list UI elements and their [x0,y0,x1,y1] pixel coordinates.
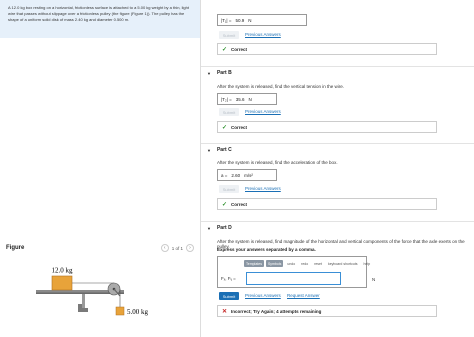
part-c-submit-button[interactable]: Submit [219,185,239,193]
part-a-answer-box: |T₁| = 50.9 N [217,14,307,26]
figure-pager: ‹ 1 of 1 › [160,243,194,253]
figure-title: Figure [6,245,25,251]
part-d-status: ✕ Incorrect; Try Again; 4 attempts remai… [217,305,437,317]
part-a-submit-button[interactable]: Submit [219,31,239,39]
redo-icon[interactable]: redo [299,260,310,267]
part-d-status-text: Incorrect; Try Again; 4 attempts remaini… [231,308,322,314]
part-d-previous-answers-link[interactable]: Previous Answers [245,293,281,298]
keyboard-shortcuts-icon[interactable]: keyboard shortcuts [326,260,360,267]
part-c-answer-value: 2.60 [231,172,241,178]
part-c-answer-unit: m/s² [244,172,253,178]
part-b-question: After the system is released, find the v… [217,84,345,89]
check-icon: ✓ [222,201,228,208]
hanging-weight [115,306,125,316]
part-a-status: ✓ Correct [217,43,437,55]
part-b-answer-box: |T₂| = 35.6 N [217,93,277,105]
templates-button[interactable]: Templates [244,260,264,267]
part-d-submit-button[interactable]: Submit [219,292,239,300]
separator [201,66,474,67]
collapse-triangle-icon: ▼ [207,70,211,76]
chevron-right-icon[interactable]: › [186,244,194,252]
part-a-previous-answers-link[interactable]: Previous Answers [245,32,281,37]
part-c-header[interactable]: ▼ Part C [207,147,232,153]
part-b-header[interactable]: ▼ Part B [207,70,232,76]
part-d-title: Part D [216,225,232,231]
part-c-question: After the system is released, find the a… [217,160,338,165]
part-d-answer-input[interactable] [246,272,341,285]
part-c-answer-var: a = [221,172,228,178]
part-b-previous-answers-link[interactable]: Previous Answers [245,109,281,114]
part-c-answer-box: a = 2.60 m/s² [217,169,277,181]
box [51,275,73,291]
pulley-figure: 12.0 kg 5.00 kg [36,267,149,316]
part-b-status-text: Correct [231,124,248,130]
part-d-instruction: Express your answers separated by a comm… [217,247,316,252]
x-icon: ✕ [222,308,228,315]
part-d-input-unit: N [372,277,376,282]
figure-page-indicator: 1 of 1 [171,245,183,251]
part-c-status: ✓ Correct [217,198,437,210]
right-panel: |T₁| = 50.9 N Submit Previous Answers ✓ … [201,0,474,337]
part-b-answer-value: 35.6 [235,96,245,102]
chevron-left-icon[interactable]: ‹ [160,244,169,252]
check-icon: ✓ [222,46,228,53]
help-icon[interactable]: help [362,260,373,267]
collapse-triangle-icon: ▼ [207,225,211,231]
symbols-button[interactable]: Symbols [265,260,284,267]
separator [201,221,474,222]
weight-mass-label: 5.00 kg [127,308,149,316]
part-b-title: Part B [216,70,232,76]
part-b-submit-button[interactable]: Submit [219,108,239,116]
part-a-answer-var: |T₁| = [221,17,232,23]
part-c-status-text: Correct [231,201,248,207]
part-d-header[interactable]: ▼ Part D [207,225,232,231]
left-panel: A 12.0 kg box resting on a horizontal, f… [0,0,200,337]
part-b-status: ✓ Correct [217,121,437,133]
part-b-answer-var: |T₂| = [221,96,232,102]
editor-toolbar: Templates Symbols undo redo reset keyboa… [244,260,372,267]
part-a-status-text: Correct [231,46,248,52]
part-a-answer-value: 50.9 [235,17,245,23]
box-mass-label: 12.0 kg [52,267,74,275]
collapse-triangle-icon: ▼ [207,147,211,153]
part-a-answer-unit: N [248,17,252,23]
table-leg [82,294,85,308]
part-c-title: Part C [216,147,232,153]
figure-header: Figure ‹ 1 of 1 › [6,243,194,255]
undo-icon[interactable]: undo [285,260,297,267]
part-d-request-answer-link[interactable]: Request Answer [287,293,320,298]
part-b-answer-unit: N [248,96,252,102]
check-icon: ✓ [222,124,228,131]
part-d-input-label: Fₓ, Fᵧ = [221,276,236,281]
separator [201,143,474,144]
problem-statement: A 12.0 kg box resting on a horizontal, f… [0,0,200,38]
reset-icon[interactable]: reset [312,260,324,267]
part-c-previous-answers-link[interactable]: Previous Answers [245,186,281,191]
